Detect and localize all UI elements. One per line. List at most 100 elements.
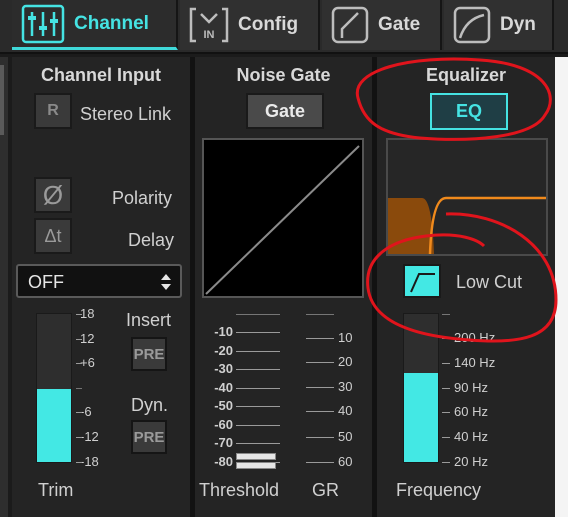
insert-pre-text: PRE — [133, 345, 165, 363]
gr-scale-label: 50 — [338, 429, 353, 444]
low-cut-button[interactable] — [403, 264, 441, 298]
trim-label: Trim — [38, 480, 74, 500]
tab-dyn-label: Dyn — [500, 14, 536, 35]
delay-button[interactable]: Δt — [34, 218, 72, 254]
equalizer-title: Equalizer — [425, 65, 507, 85]
eq-button[interactable]: EQ — [430, 93, 508, 130]
threshold-scale-tick — [236, 388, 280, 389]
threshold-scale-label: -20 — [214, 343, 233, 358]
trim-scale-tick — [76, 412, 82, 413]
frequency-scale-label: 60 Hz — [454, 404, 488, 419]
threshold-scale-tick — [236, 351, 280, 352]
threshold-scale-tick — [236, 443, 280, 444]
polarity-icon: Ø — [42, 179, 64, 210]
trim-scale-label: -12 — [80, 429, 99, 444]
frequency-scale-label: 20 Hz — [454, 454, 488, 469]
eq-curve-graph — [386, 138, 548, 256]
trim-scale-tick — [76, 462, 82, 463]
threshold-scale-label: -30 — [214, 361, 233, 376]
noise-gate-title: Noise Gate — [236, 65, 331, 85]
gr-scale-tick — [306, 437, 334, 438]
insert-label: Insert — [126, 310, 172, 330]
trim-scale-tick — [76, 363, 82, 364]
dropdown-value: OFF — [28, 272, 64, 292]
tab-channel[interactable]: Channel — [12, 0, 178, 50]
config-input-icon: IN — [188, 5, 230, 45]
delay-label: Delay — [128, 230, 175, 250]
frequency-meter-fill — [404, 373, 438, 462]
polarity-label: Polarity — [112, 188, 173, 208]
delay-icon: Δt — [44, 225, 62, 246]
threshold-fader-handle-lower[interactable] — [236, 462, 276, 469]
tab-gate[interactable]: Gate — [322, 0, 442, 50]
trim-scale-label: +6 — [80, 355, 95, 370]
gr-scale-label: 40 — [338, 403, 353, 418]
tab-dyn[interactable]: Dyn — [444, 0, 554, 50]
frequency-scale-tick — [442, 314, 450, 315]
frequency-scale-tick — [442, 338, 450, 339]
tab-channel-label: Channel — [74, 12, 149, 34]
trim-scale-tick — [76, 314, 82, 315]
gr-scale-tick — [306, 314, 334, 315]
channel-input-dropdown[interactable]: OFF — [16, 264, 182, 298]
threshold-scale-label: -70 — [214, 435, 233, 450]
trim-scale-label: -18 — [80, 454, 99, 469]
frequency-meter[interactable] — [403, 313, 439, 463]
trim-scale-label: 12 — [80, 331, 95, 346]
trim-meter-fill — [37, 389, 71, 462]
gr-scale-tick — [306, 338, 334, 339]
frequency-scale-tick — [442, 412, 450, 413]
dropdown-arrows-icon — [160, 272, 172, 297]
frequency-scale-label: 140 Hz — [454, 355, 496, 370]
frequency-label: Frequency — [396, 480, 482, 500]
trim-scale-label: 18 — [80, 306, 95, 321]
trim-scale-tick — [76, 339, 82, 340]
dyn-pre-text: PRE — [133, 428, 165, 446]
frequency-scale-label: 200 Hz — [454, 330, 496, 345]
low-cut-label: Low Cut — [456, 272, 523, 292]
left-edge-scroll-mark[interactable] — [0, 65, 4, 135]
gr-scale-tick — [306, 362, 334, 363]
threshold-fader-handle[interactable] — [236, 453, 276, 460]
stereo-link-button[interactable]: R — [34, 93, 72, 129]
trim-meter[interactable] — [36, 313, 72, 463]
tab-config-label: Config — [238, 14, 299, 35]
gate-button-text: Gate — [264, 100, 306, 121]
eq-low-cut-curve — [388, 196, 546, 255]
gate-transfer-line — [205, 145, 360, 295]
threshold-scale-label: -60 — [214, 417, 233, 432]
frequency-scale-label: 90 Hz — [454, 380, 488, 395]
gate-transfer-graph — [202, 138, 364, 298]
frequency-scale-tick — [442, 462, 450, 463]
frequency-scale-tick — [442, 363, 450, 364]
stereo-link-label: Stereo Link — [80, 104, 172, 124]
threshold-scale-tick — [236, 406, 280, 407]
dyn-pre-button[interactable]: PRE — [131, 420, 167, 454]
threshold-scale-tick — [236, 425, 280, 426]
gr-label: GR — [312, 480, 339, 500]
gr-scale-tick — [306, 387, 334, 388]
trim-scale-tick — [76, 388, 82, 389]
tab-bar: Channel IN Config Gate Dyn — [0, 0, 568, 54]
gr-scale-tick — [306, 411, 334, 412]
threshold-scale-tick — [236, 332, 280, 333]
gr-scale-label: 20 — [338, 354, 353, 369]
eq-button-text: EQ — [455, 101, 482, 121]
insert-pre-button[interactable]: PRE — [131, 337, 167, 371]
frequency-scale-tick — [442, 437, 450, 438]
low-cut-icon — [405, 273, 439, 300]
frequency-scale-tick — [442, 388, 450, 389]
gr-scale-label: 30 — [338, 379, 353, 394]
tab-gate-label: Gate — [378, 14, 421, 35]
stereo-link-button-text: R — [47, 102, 59, 119]
gr-scale-label: 60 — [338, 454, 353, 469]
threshold-scale-label: -80 — [214, 454, 233, 469]
polarity-button[interactable]: Ø — [34, 177, 72, 213]
threshold-scale-label: -10 — [214, 324, 233, 339]
gr-scale-label: 10 — [338, 330, 353, 345]
gate-curve-icon — [330, 5, 370, 45]
tab-config[interactable]: IN Config — [180, 0, 320, 50]
config-icon-text: IN — [204, 29, 215, 41]
gate-button[interactable]: Gate — [246, 93, 324, 129]
threshold-label: Threshold — [199, 480, 280, 500]
